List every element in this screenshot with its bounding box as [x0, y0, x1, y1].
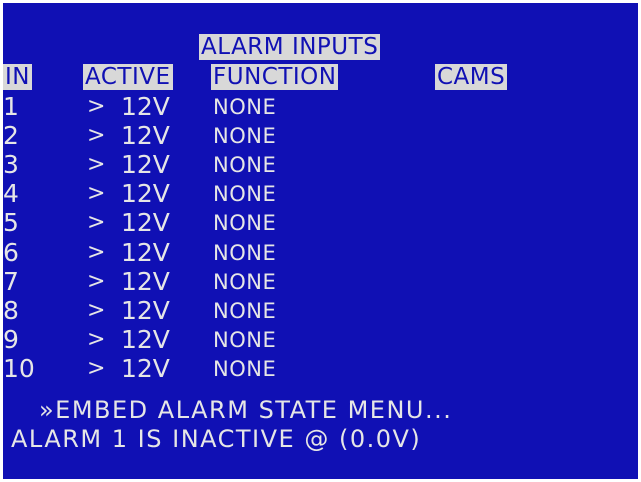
alarm-input-row[interactable]: 5 >12V NONE [3, 209, 623, 237]
active-voltage-value: 12V [121, 150, 170, 180]
active-voltage-value: 12V [121, 237, 170, 267]
alarm-input-row[interactable]: 10 >12V NONE [3, 353, 623, 383]
alarm-input-row[interactable]: 1 >12V NONE [3, 93, 623, 121]
alarm-function-value: NONE [213, 356, 277, 381]
active-threshold-symbol: > [87, 326, 106, 352]
alarm-function-value: NONE [213, 211, 277, 236]
active-voltage-value: 12V [121, 295, 170, 325]
embed-alarm-state-menu-item[interactable]: »EMBED ALARM STATE MENU... [39, 396, 452, 424]
active-voltage-value: 12V [121, 266, 170, 296]
alarm-input-row[interactable]: 6 >12V NONE [3, 237, 623, 267]
alarm-input-row[interactable]: 2 >12V NONE [3, 122, 623, 150]
alarm-function-value: NONE [213, 124, 277, 149]
active-threshold-symbol: > [87, 268, 106, 294]
active-threshold-symbol: > [87, 355, 106, 381]
alarm-input-row[interactable]: 9 >12V NONE [3, 324, 623, 354]
header-active: ACTIVE [83, 64, 173, 90]
active-threshold-symbol: > [87, 210, 106, 236]
alarm-input-number: 8 [3, 295, 19, 325]
alarm-input-row[interactable]: 8 >12V NONE [3, 295, 623, 325]
active-voltage-value: 12V [121, 353, 170, 383]
active-voltage-value: 12V [121, 324, 170, 354]
alarm-input-number: 4 [3, 179, 19, 209]
alarm-inputs-screen: ALARM INPUTS IN ACTIVE FUNCTION CAMS 1 >1… [3, 3, 638, 479]
alarm-input-row[interactable]: 4 >12V NONE [3, 180, 623, 208]
alarm-input-number: 3 [3, 150, 19, 180]
alarm-input-number: 1 [3, 92, 19, 121]
alarm-input-number: 5 [3, 208, 19, 238]
alarm-input-number: 7 [3, 266, 19, 296]
active-voltage-value: 12V [121, 121, 170, 151]
active-threshold-symbol: > [87, 239, 106, 265]
alarm-function-value: NONE [213, 298, 277, 323]
alarm-input-number: 6 [3, 237, 19, 267]
active-threshold-symbol: > [87, 297, 106, 323]
menu-title: ALARM INPUTS [199, 34, 381, 60]
header-cams: CAMS [435, 64, 508, 90]
alarm-function-value: NONE [213, 95, 277, 119]
alarm-function-value: NONE [213, 327, 277, 352]
active-threshold-symbol: > [87, 152, 106, 178]
alarm-function-value: NONE [213, 240, 277, 265]
alarm-input-row[interactable]: 7 >12V NONE [3, 266, 623, 296]
alarm-function-value: NONE [213, 182, 277, 207]
alarm-input-row[interactable]: 3 >12V NONE [3, 151, 623, 179]
active-voltage-value: 12V [121, 179, 170, 209]
alarm-input-number: 9 [3, 324, 19, 354]
alarm-function-value: NONE [213, 153, 277, 178]
active-threshold-symbol: > [87, 123, 106, 149]
active-voltage-value: 12V [121, 208, 170, 238]
alarm-status-line: ALARM 1 IS INACTIVE @ (0.0V) [11, 425, 422, 453]
alarm-function-value: NONE [213, 269, 277, 294]
header-function: FUNCTION [211, 64, 339, 90]
active-threshold-symbol: > [87, 181, 106, 207]
alarm-input-number: 2 [3, 121, 19, 151]
alarm-input-number: 10 [3, 353, 35, 383]
header-in: IN [3, 64, 32, 90]
active-threshold-symbol: > [87, 94, 106, 119]
active-voltage-value: 12V [121, 92, 170, 121]
